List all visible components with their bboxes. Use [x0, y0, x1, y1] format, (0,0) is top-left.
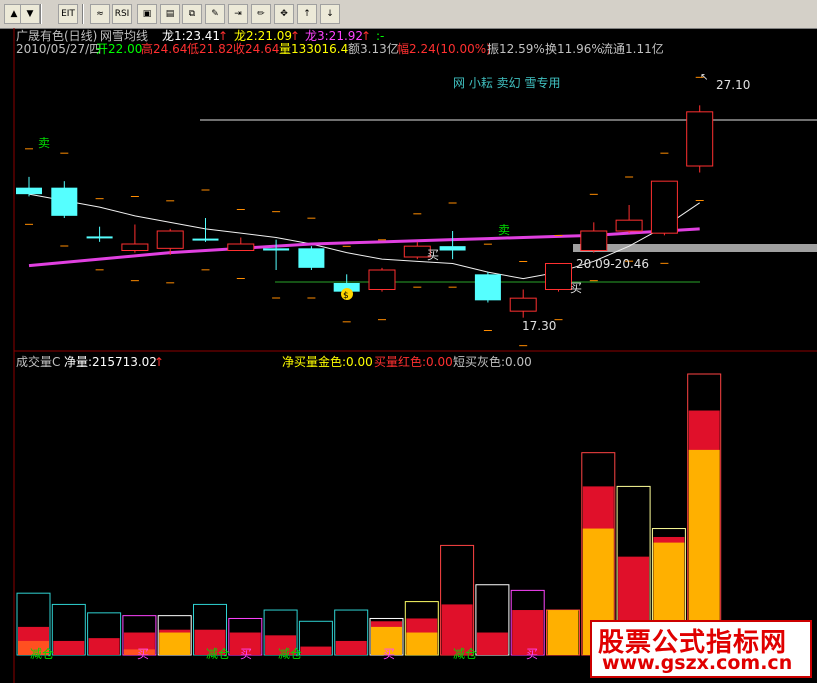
reduce-signal-2: 减仓: [206, 647, 230, 661]
reduce-signal-1: 减仓: [30, 647, 54, 661]
net-volume-label: 净量:215713.02: [64, 355, 157, 369]
net-volume-arrow: ↑: [154, 355, 164, 369]
chart-icon[interactable]: ≈: [90, 4, 110, 24]
reduce-signal-3: 减仓: [278, 647, 302, 661]
eit-icon[interactable]: EIT: [58, 4, 78, 24]
buy-signal-vol-3: 买: [383, 647, 395, 661]
long2-arrow: ↑: [290, 29, 300, 43]
candle-body: [580, 230, 608, 251]
candle-body: [121, 243, 149, 251]
float-label: 流通1.11亿: [601, 41, 664, 56]
amount-label: 额3.13亿: [348, 41, 399, 56]
candle-body: [615, 219, 643, 232]
volume-bar-core: [159, 632, 191, 655]
volume-label: 量133016.4: [279, 42, 348, 56]
buy-signal-vol-4: 买: [526, 647, 538, 661]
export-icon[interactable]: ⇥: [228, 4, 248, 24]
candle-body: [156, 230, 184, 249]
candle-body: [650, 180, 678, 234]
candle-body: [227, 243, 255, 251]
candle-body: [298, 248, 325, 268]
range-band: [573, 244, 817, 252]
candle-body: [16, 187, 42, 195]
reduce-signal-4: 减仓: [453, 647, 477, 661]
annotation-title: 网 小耘 卖幻 雪专用: [453, 75, 560, 90]
volume-bar-red: [53, 640, 85, 655]
rsi-icon[interactable]: RSI: [112, 4, 132, 24]
range-label: 20.09-20.46: [576, 257, 649, 271]
long3-arrow: ↑: [361, 29, 371, 43]
tools-icon[interactable]: ✎: [205, 4, 225, 24]
volume-bar-core: [406, 632, 438, 655]
turnover-label: 换11.96%: [545, 42, 603, 56]
long2-value: 龙2:21.09: [234, 29, 292, 43]
indicator-name: 网雪均线: [100, 29, 148, 43]
volume-bar-red: [335, 640, 367, 655]
toolbar-separator: [40, 4, 42, 24]
candle-body: [686, 111, 714, 167]
buy-signal-vol-2: 买: [240, 647, 252, 661]
close-label: 收24.64: [233, 42, 279, 56]
volume-bars-layer: [16, 373, 722, 656]
watermark-url: www.gszx.com.cn: [602, 652, 793, 674]
low-label: 低21.82: [187, 42, 233, 56]
high-arrow: ↖: [700, 72, 708, 83]
long1-arrow: ↑: [218, 29, 228, 43]
sell-signal-2: 卖: [498, 223, 510, 237]
high-label: 高24.64: [141, 41, 187, 56]
volume-bar-core: [547, 610, 579, 655]
net-buy-gold-label: 净买量金色:0.00: [282, 354, 373, 369]
green-up-arrow-icon[interactable]: ↑: [297, 4, 317, 24]
volume-bar-red: [476, 632, 508, 655]
move-cross-icon[interactable]: ✥: [274, 4, 294, 24]
candle-body: [439, 246, 466, 251]
site-watermark: 股票公式指标网 www.gszx.com.cn: [590, 620, 812, 678]
candle-body: [474, 274, 501, 301]
change-label: 幅2.24(10.00%): [397, 41, 491, 56]
toolbar-separator: [82, 4, 84, 24]
pen-icon[interactable]: ✏: [251, 4, 271, 24]
chart-area: 广晟有色(日线) 网雪均线 龙1:23.41 ↑ 龙2:21.09 ↑ 龙3:2…: [13, 28, 817, 683]
volume-bar-red: [300, 646, 332, 655]
buy-signal-vol-1: 买: [137, 647, 149, 661]
down-arrow-icon[interactable]: ▼: [20, 4, 40, 24]
stock-name: 广晟有色(日线): [16, 29, 97, 43]
long3-value: 龙3:21.92: [305, 29, 363, 43]
candle-body: [509, 297, 537, 312]
window-icon[interactable]: ▣: [137, 4, 157, 24]
date-label: 2010/05/27/四: [16, 42, 101, 56]
toolbar: ▲ ▼ EIT ≈ RSI ▣ ▤ ⧉ ✎ ⇥ ✏ ✥ ↑ ↓: [0, 0, 817, 29]
long1-value: 龙1:23.41: [162, 29, 220, 43]
buy-signal-1: 买: [427, 248, 439, 262]
amplitude-label: 振12.59%: [487, 42, 545, 56]
candle-body: [263, 248, 290, 251]
high-price-label: 27.10: [716, 78, 750, 92]
candle-body: [51, 187, 78, 216]
copy-icon[interactable]: ⧉: [182, 4, 202, 24]
green-down-arrow-icon[interactable]: ↓: [320, 4, 340, 24]
volume-title: 成交量C: [16, 354, 60, 369]
dash-markers-layer: [25, 76, 704, 347]
buy-signal-2: 买: [570, 281, 582, 295]
low-price-label: 17.30: [522, 319, 556, 333]
candle-body: [192, 238, 219, 241]
candle-body: [545, 263, 572, 290]
candle-body: [368, 269, 396, 290]
header-tail: :-: [376, 29, 384, 43]
table-icon[interactable]: ▤: [160, 4, 180, 24]
candlestick-layer: [16, 105, 714, 318]
buy-red-label: 买量红色:0.00: [374, 354, 453, 369]
volume-bar-red: [88, 638, 120, 655]
candle-body: [86, 236, 113, 239]
money-bag-glyph: $: [343, 291, 349, 301]
sell-signal-1: 卖: [38, 136, 50, 150]
short-buy-gray-label: 短买灰色:0.00: [453, 355, 532, 369]
open-label: 开22.00: [96, 42, 142, 56]
